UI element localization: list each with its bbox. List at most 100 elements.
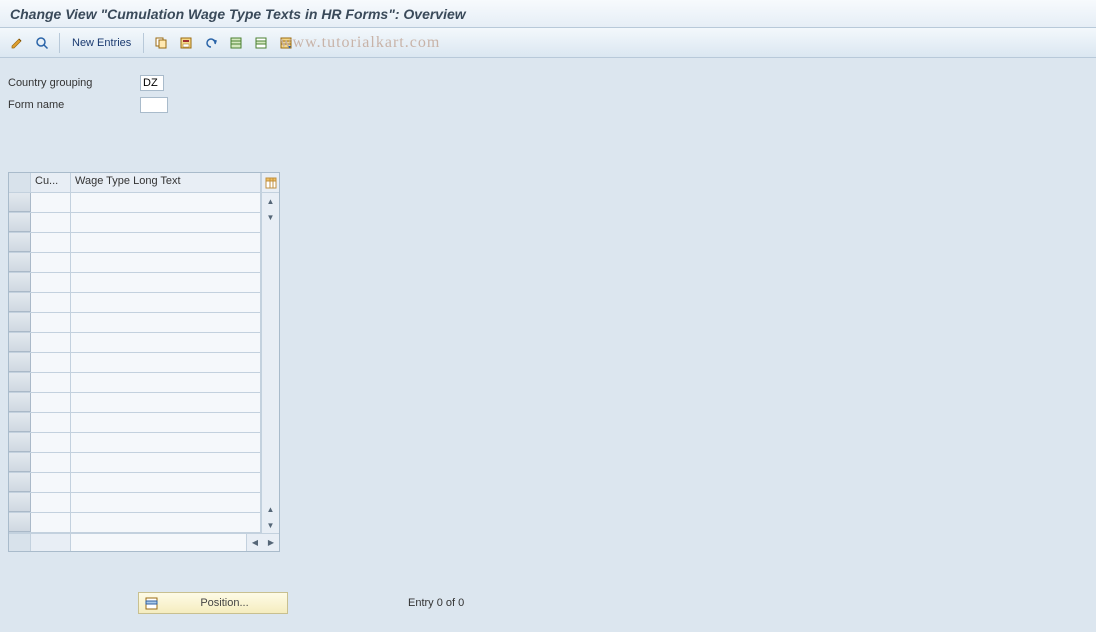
cell-long[interactable] [71, 213, 261, 232]
table-row[interactable] [9, 273, 261, 293]
separator [143, 33, 144, 53]
row-selector[interactable] [9, 273, 31, 292]
new-entries-button[interactable]: New Entries [66, 32, 137, 54]
cell-long[interactable] [71, 433, 261, 452]
cell-long[interactable] [71, 453, 261, 472]
cell-cu[interactable] [31, 353, 71, 372]
row-selector[interactable] [9, 513, 31, 532]
row-selector[interactable] [9, 493, 31, 512]
cell-cu[interactable] [31, 513, 71, 532]
row-selector[interactable] [9, 393, 31, 412]
cell-long[interactable] [71, 333, 261, 352]
table-block-icon [254, 36, 268, 50]
cell-cu[interactable] [31, 213, 71, 232]
table-row[interactable] [9, 253, 261, 273]
cell-long[interactable] [71, 393, 261, 412]
form-name-input[interactable] [140, 97, 168, 113]
cell-cu[interactable] [31, 413, 71, 432]
row-selector[interactable] [9, 373, 31, 392]
cell-cu[interactable] [31, 313, 71, 332]
select-all-button[interactable] [225, 32, 247, 54]
col-header-longtext[interactable]: Wage Type Long Text [71, 173, 261, 192]
row-selector[interactable] [9, 433, 31, 452]
table-row[interactable] [9, 433, 261, 453]
scroll-up-icon[interactable]: ▲ [262, 193, 279, 209]
country-grouping-input[interactable] [140, 75, 164, 91]
table-row[interactable] [9, 213, 261, 233]
save-minus-icon [179, 36, 193, 50]
toggle-edit-button[interactable] [6, 32, 28, 54]
cell-long[interactable] [71, 493, 261, 512]
cell-long[interactable] [71, 413, 261, 432]
cell-cu[interactable] [31, 233, 71, 252]
cell-long[interactable] [71, 353, 261, 372]
table-check-icon [229, 36, 243, 50]
row-selector[interactable] [9, 333, 31, 352]
table-row[interactable] [9, 473, 261, 493]
row-selector[interactable] [9, 313, 31, 332]
copy-as-button[interactable] [150, 32, 172, 54]
select-block-button[interactable] [250, 32, 272, 54]
table-row[interactable] [9, 413, 261, 433]
cell-long[interactable] [71, 233, 261, 252]
cell-cu[interactable] [31, 293, 71, 312]
expand-collapse-button[interactable] [31, 32, 53, 54]
row-selector[interactable] [9, 293, 31, 312]
scroll-down-icon[interactable]: ▼ [262, 517, 279, 533]
row-selector[interactable] [9, 353, 31, 372]
col-header-cu[interactable]: Cu... [31, 173, 71, 192]
cell-cu[interactable] [31, 473, 71, 492]
cell-long[interactable] [71, 473, 261, 492]
cell-cu[interactable] [31, 273, 71, 292]
title-bar: Change View "Cumulation Wage Type Texts … [0, 0, 1096, 28]
table-config-button[interactable] [261, 173, 279, 192]
copy-icon [154, 36, 168, 50]
cell-cu[interactable] [31, 373, 71, 392]
scroll-down-step-icon[interactable]: ▼ [262, 209, 279, 225]
table-row[interactable] [9, 373, 261, 393]
table-row[interactable] [9, 233, 261, 253]
table-row[interactable] [9, 493, 261, 513]
table-row[interactable] [9, 193, 261, 213]
horizontal-scrollbar[interactable]: ◀ ▶ [9, 533, 279, 551]
deselect-all-button[interactable] [275, 32, 297, 54]
undo-button[interactable] [200, 32, 222, 54]
table-row[interactable] [9, 293, 261, 313]
table-row[interactable] [9, 313, 261, 333]
cell-cu[interactable] [31, 333, 71, 352]
row-selector[interactable] [9, 473, 31, 492]
cell-long[interactable] [71, 513, 261, 532]
table-row[interactable] [9, 513, 261, 533]
cell-cu[interactable] [31, 253, 71, 272]
scroll-track[interactable] [262, 225, 279, 501]
table-row[interactable] [9, 353, 261, 373]
row-selector[interactable] [9, 453, 31, 472]
row-selector[interactable] [9, 413, 31, 432]
row-selector[interactable] [9, 253, 31, 272]
cell-cu[interactable] [31, 433, 71, 452]
scroll-up-step-icon[interactable]: ▲ [262, 501, 279, 517]
table-row[interactable] [9, 393, 261, 413]
table-row[interactable] [9, 453, 261, 473]
scroll-right-icon[interactable]: ▶ [263, 534, 279, 551]
vertical-scrollbar[interactable]: ▲ ▼ ▲ ▼ [261, 193, 279, 533]
cell-long[interactable] [71, 253, 261, 272]
hscroll-track[interactable] [71, 534, 247, 551]
cell-long[interactable] [71, 293, 261, 312]
position-button[interactable]: Position... [138, 592, 288, 614]
table-row[interactable] [9, 333, 261, 353]
cell-cu[interactable] [31, 193, 71, 212]
cell-long[interactable] [71, 193, 261, 212]
scroll-left-icon[interactable]: ◀ [247, 534, 263, 551]
cell-long[interactable] [71, 313, 261, 332]
cell-long[interactable] [71, 373, 261, 392]
row-selector[interactable] [9, 193, 31, 212]
row-selector[interactable] [9, 233, 31, 252]
row-selector[interactable] [9, 213, 31, 232]
cell-cu[interactable] [31, 393, 71, 412]
cell-long[interactable] [71, 273, 261, 292]
cell-cu[interactable] [31, 493, 71, 512]
cell-cu[interactable] [31, 453, 71, 472]
header-selector[interactable] [9, 173, 31, 192]
delete-button[interactable] [175, 32, 197, 54]
